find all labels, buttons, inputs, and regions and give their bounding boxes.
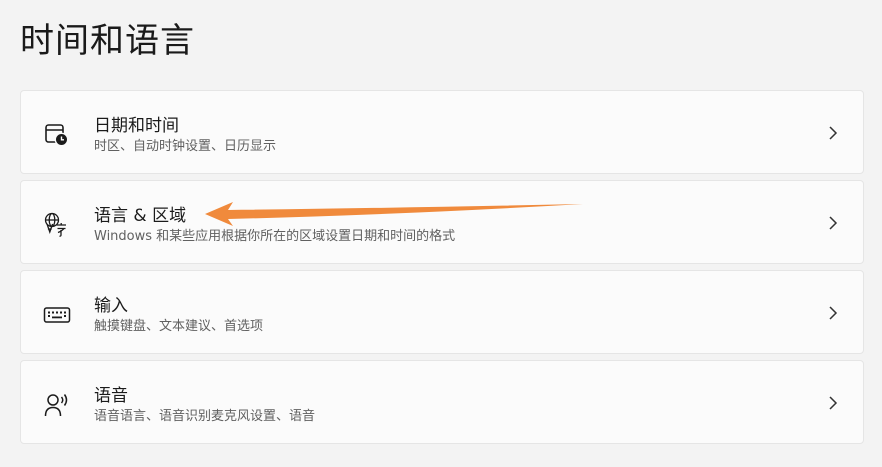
settings-item-subtitle: 时区、自动时钟设置、日历显示 [94, 139, 277, 154]
chevron-right-icon [825, 124, 841, 142]
speech-person-icon [43, 391, 71, 419]
settings-item-input[interactable]: 输入 触摸键盘、文本建议、首选项 [20, 270, 864, 354]
settings-item-speech[interactable]: 语音 语音语言、语音识别麦克风设置、语音 [20, 360, 864, 444]
calendar-clock-icon [43, 121, 71, 149]
page-title: 时间和语言 [20, 21, 195, 61]
settings-item-date-time[interactable]: 日期和时间 时区、自动时钟设置、日历显示 [20, 90, 864, 174]
language-globe-icon [43, 211, 71, 239]
keyboard-icon [43, 301, 71, 329]
settings-item-title: 语言 & 区域 [94, 206, 187, 226]
chevron-right-icon [825, 304, 841, 322]
settings-item-subtitle: Windows 和某些应用根据你所在的区域设置日期和时间的格式 [94, 229, 456, 244]
settings-item-title: 输入 [94, 296, 128, 316]
chevron-right-icon [825, 394, 841, 412]
settings-item-language-region[interactable]: 语言 & 区域 Windows 和某些应用根据你所在的区域设置日期和时间的格式 [20, 180, 864, 264]
settings-item-subtitle: 触摸键盘、文本建议、首选项 [94, 319, 264, 334]
settings-item-subtitle: 语音语言、语音识别麦克风设置、语音 [94, 409, 316, 424]
chevron-right-icon [825, 214, 841, 232]
settings-item-title: 语音 [94, 386, 128, 406]
settings-item-title: 日期和时间 [94, 116, 179, 136]
settings-list: 日期和时间 时区、自动时钟设置、日历显示 语言 & 区域 Windows 和某些… [20, 90, 864, 450]
